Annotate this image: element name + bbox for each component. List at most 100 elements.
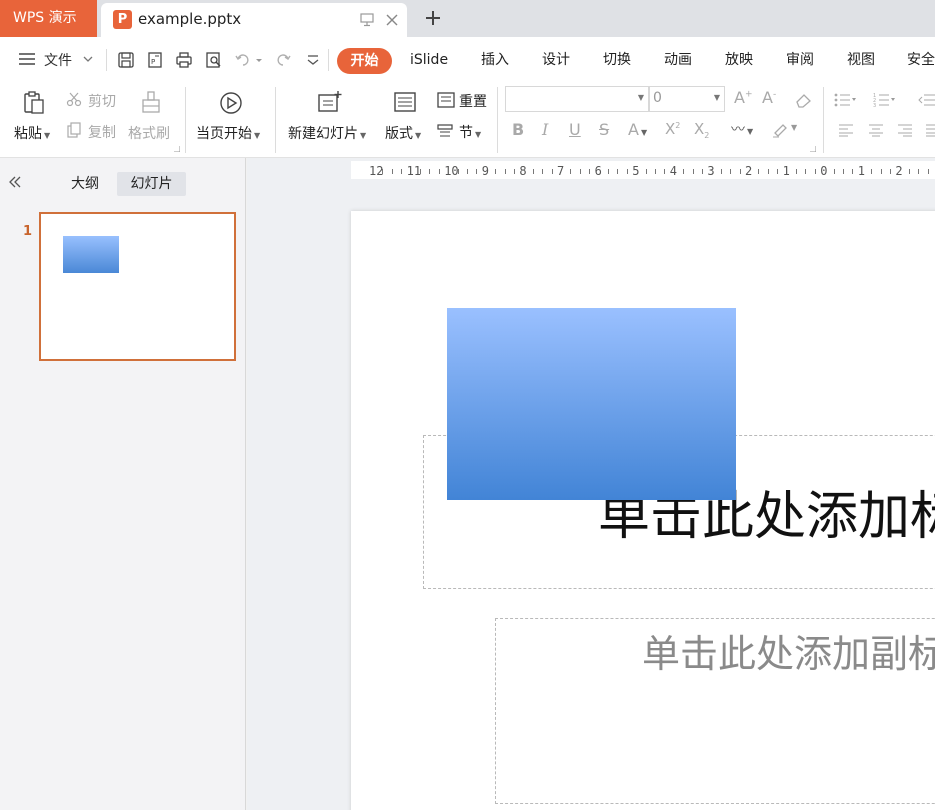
cut-button[interactable]: 剪切 [88, 91, 116, 111]
tab-start[interactable]: 开始 [337, 48, 392, 74]
tab-transitions[interactable]: 切换 [603, 37, 631, 83]
phonetic-guide-icon[interactable]: 〰 ▼ [731, 119, 753, 139]
file-menu[interactable]: 文件 [44, 37, 72, 83]
wps-window: WPS 演示 P example.pptx 文件 P 开始 iSlide 插入 … [0, 0, 935, 810]
caret-down-icon: ▼ [475, 130, 482, 139]
document-tab[interactable]: P example.pptx [101, 3, 407, 37]
ruler-tick [683, 169, 685, 174]
redo-icon[interactable] [274, 51, 292, 69]
superscript-icon[interactable]: X2 [665, 120, 680, 138]
tab-animations[interactable]: 动画 [664, 37, 692, 83]
export-pdf-icon[interactable]: P [146, 51, 164, 69]
pptx-file-icon: P [113, 10, 132, 29]
section-button[interactable]: 节 ▼ [459, 122, 481, 142]
monitor-icon[interactable] [360, 13, 374, 27]
paste-icon[interactable] [22, 90, 46, 116]
highlight-icon[interactable] [771, 121, 789, 139]
svg-text:P: P [151, 58, 155, 66]
underline-icon[interactable]: U [569, 120, 581, 139]
ruler-tick [514, 169, 515, 174]
layout-button[interactable]: 版式 ▼ [385, 123, 421, 143]
bullet-list-icon[interactable] [834, 92, 856, 108]
slide-navigation-panel: 大纲 幻灯片 1 [0, 158, 246, 810]
undo-icon[interactable] [234, 51, 252, 69]
tab-slideshow[interactable]: 放映 [725, 37, 753, 83]
caret-down-icon: ▼ [360, 131, 367, 140]
divider [275, 87, 276, 153]
reset-button[interactable]: 重置 [459, 91, 487, 111]
align-center-icon[interactable] [868, 123, 884, 137]
tab-islide[interactable]: iSlide [410, 37, 448, 83]
close-tab-icon[interactable] [384, 12, 400, 28]
quick-access-more-icon[interactable] [304, 51, 322, 69]
align-right-icon[interactable] [897, 123, 913, 137]
hamburger-menu-icon[interactable] [18, 37, 36, 83]
collapse-panel-icon[interactable] [8, 175, 22, 189]
font-name-select[interactable]: ▼ [505, 86, 649, 112]
ruler-tick [382, 169, 384, 174]
ruler-tick [767, 169, 769, 174]
format-painter-button[interactable]: 格式刷 [128, 123, 170, 143]
caret-down-icon: ▼ [713, 93, 720, 102]
gradient-rectangle-shape[interactable] [447, 308, 736, 500]
ruler-tick [880, 169, 882, 174]
tab-outline[interactable]: 大纲 [59, 172, 111, 196]
app-tab[interactable]: WPS 演示 [0, 0, 97, 37]
ruler-tick [401, 169, 403, 174]
decrease-indent-icon[interactable] [918, 92, 935, 108]
paste-button[interactable]: 粘贴 ▼ [14, 123, 50, 143]
copy-button[interactable]: 复制 [88, 122, 116, 142]
strikethrough-icon[interactable]: S [599, 120, 609, 139]
play-from-current-button[interactable]: 当页开始 ▼ [196, 123, 260, 143]
subtitle-placeholder[interactable]: 单击此处添加副标题 [495, 618, 935, 804]
print-preview-icon[interactable] [205, 51, 223, 69]
ruler-tick [796, 169, 797, 174]
format-painter-icon [142, 91, 160, 113]
tab-view[interactable]: 视图 [847, 37, 875, 83]
slide-thumbnail[interactable] [39, 212, 236, 361]
tab-review[interactable]: 审阅 [786, 37, 814, 83]
undo-dropdown-icon[interactable] [254, 51, 264, 69]
align-left-icon[interactable] [838, 123, 854, 137]
copy-icon [67, 122, 81, 138]
bold-icon[interactable]: B [512, 120, 524, 139]
save-icon[interactable] [117, 51, 135, 69]
caret-down-icon: ▼ [44, 131, 51, 140]
increase-font-size-icon[interactable]: A+ [734, 88, 753, 107]
font-color-icon[interactable]: A ▼ [628, 120, 647, 139]
ruler-tick [570, 169, 572, 174]
ruler-tick [438, 169, 440, 174]
dialog-launcher-icon[interactable] [174, 146, 180, 152]
ruler-tick [551, 169, 553, 174]
tab-security[interactable]: 安全 [907, 37, 935, 83]
ruler-label: 12 [369, 164, 384, 178]
dialog-launcher-icon[interactable] [810, 146, 816, 152]
print-icon[interactable] [175, 51, 193, 69]
decrease-font-size-icon[interactable]: A- [762, 88, 776, 107]
ruler-tick [542, 169, 544, 174]
ruler-label: 11 [406, 164, 422, 178]
tab-insert[interactable]: 插入 [481, 37, 509, 83]
menu-bar: 文件 P 开始 iSlide 插入 设计 切换 动画 放映 审阅 视图 安全 [0, 37, 935, 83]
ruler-tick [833, 169, 835, 174]
ruler-tick [918, 169, 920, 174]
chevron-down-icon[interactable] [82, 37, 94, 83]
new-tab-icon[interactable] [423, 8, 443, 28]
horizontal-ruler[interactable]: 12 11 10 9 8 7 6 5 4 3 2 1 0 1 2 [351, 161, 935, 179]
new-slide-button[interactable]: 新建幻灯片 ▼ [288, 123, 366, 143]
caret-down-icon[interactable]: ▼ [791, 123, 797, 132]
eraser-icon[interactable] [794, 92, 812, 108]
tab-design[interactable]: 设计 [542, 37, 570, 83]
ruler-tick [777, 169, 779, 174]
subscript-icon[interactable]: X2 [694, 120, 709, 140]
divider [185, 87, 186, 153]
justify-icon[interactable] [925, 123, 935, 137]
tab-slides[interactable]: 幻灯片 [117, 172, 186, 196]
new-slide-label: 新建幻灯片 [288, 126, 358, 142]
ruler-label: 4 [669, 164, 678, 178]
font-size-select[interactable]: 0 ▼ [649, 86, 725, 112]
slide-canvas[interactable]: 单击此处添加标题 单击此处添加副标题 [351, 211, 935, 810]
caret-down-icon: ▼ [254, 131, 261, 140]
italic-icon[interactable]: I [542, 120, 548, 139]
numbered-list-icon[interactable]: 123 [873, 92, 895, 108]
